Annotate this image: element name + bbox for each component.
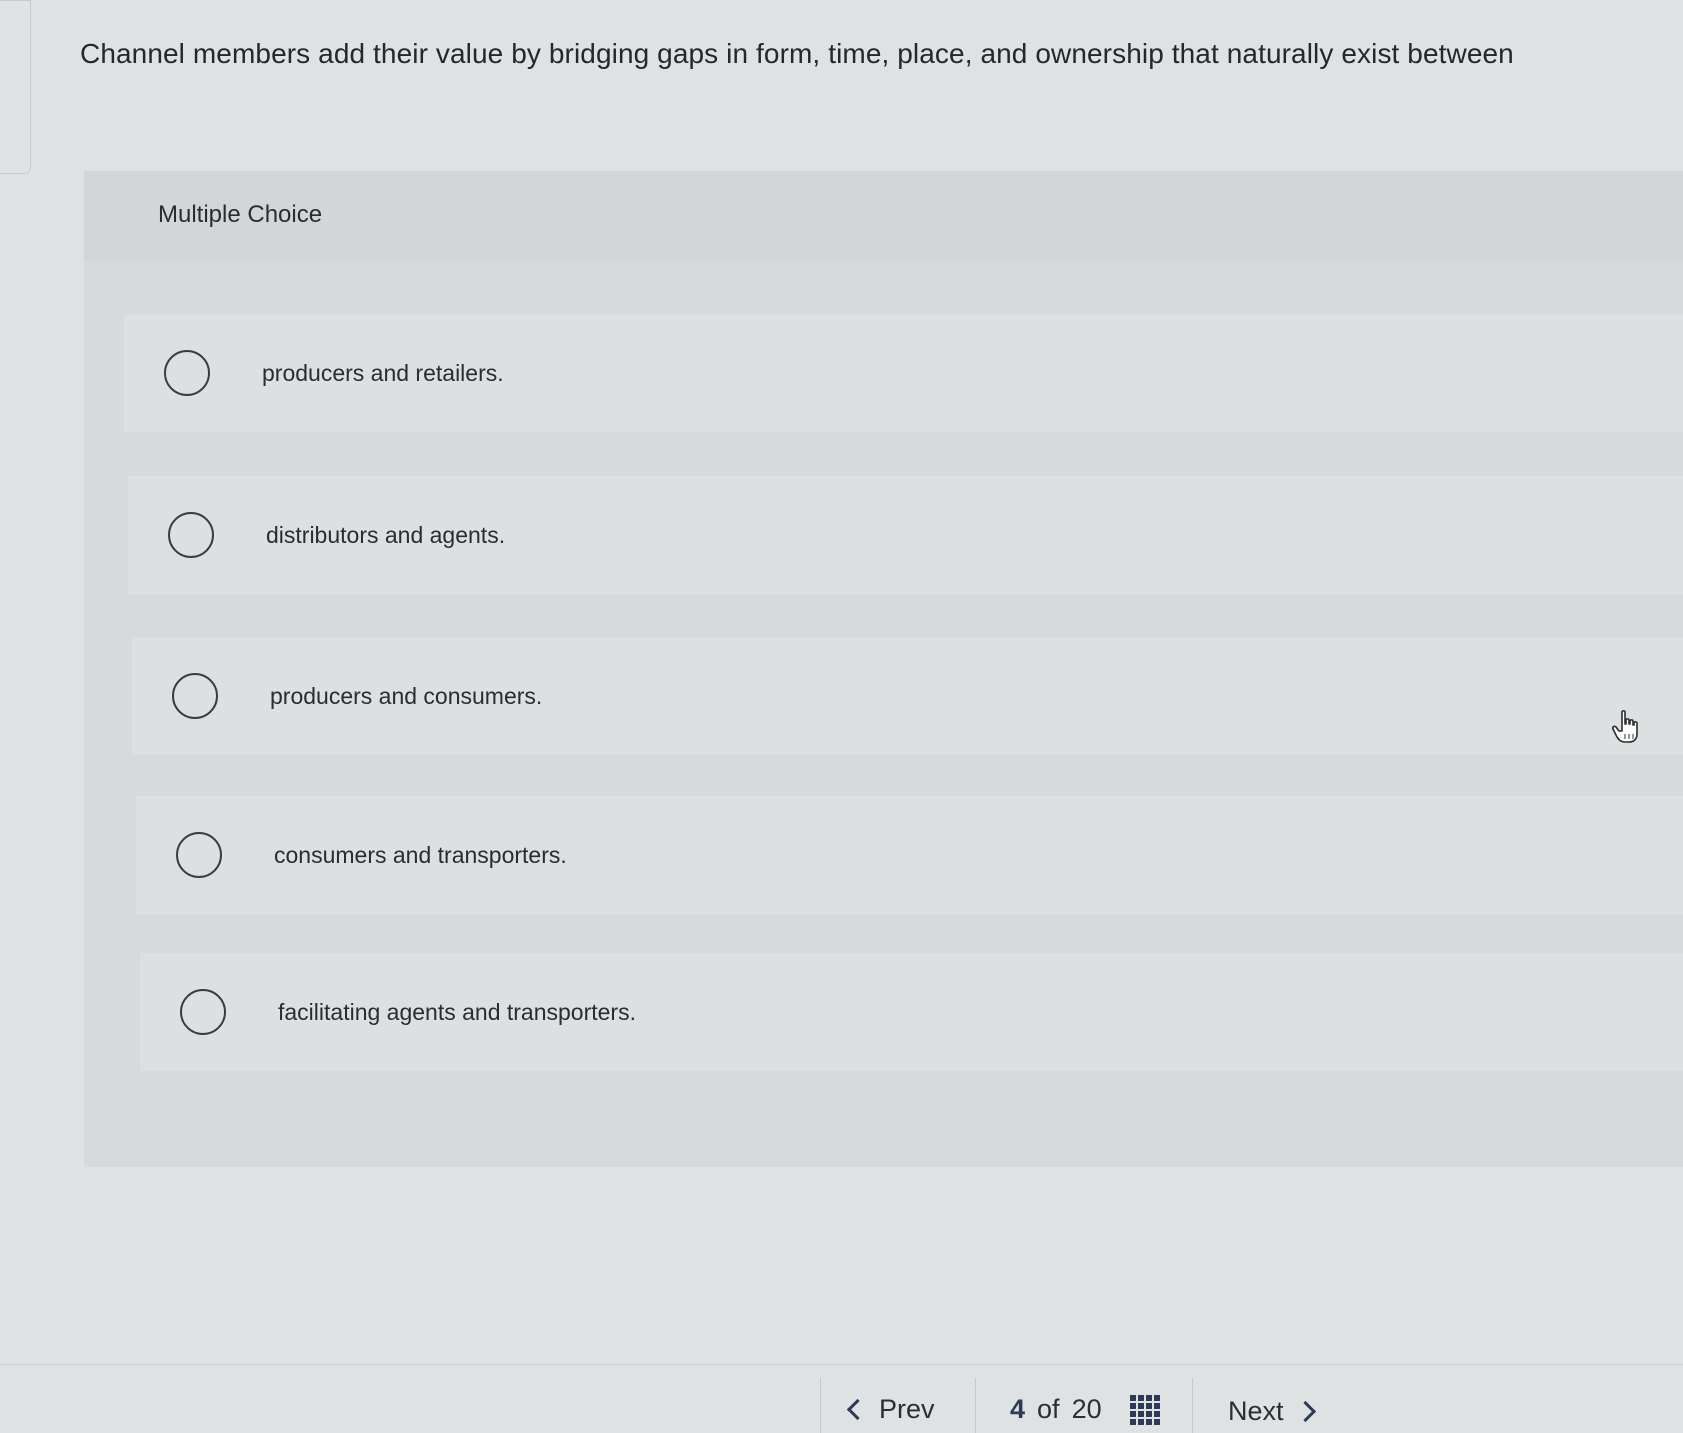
question-grid-icon[interactable]	[1129, 1394, 1160, 1425]
prev-button[interactable]: Prev	[846, 1394, 935, 1425]
chevron-left-icon	[846, 1398, 869, 1421]
answer-option[interactable]: consumers and transporters.	[136, 796, 1683, 914]
answer-option[interactable]: distributors and agents.	[128, 476, 1683, 594]
answer-option[interactable]: producers and retailers.	[124, 314, 1683, 432]
radio-button[interactable]	[176, 832, 222, 878]
nav-divider	[1192, 1378, 1193, 1433]
answer-option-label: distributors and agents.	[266, 521, 506, 548]
current-page: 4	[1010, 1394, 1026, 1424]
radio-button[interactable]	[164, 350, 210, 396]
radio-button[interactable]	[172, 673, 218, 719]
next-button[interactable]: Next	[1228, 1396, 1316, 1427]
radio-button[interactable]	[180, 989, 226, 1035]
panel-header: Multiple Choice	[84, 171, 1683, 261]
total-pages: 20	[1071, 1394, 1102, 1424]
prev-label: Prev	[879, 1394, 935, 1424]
multiple-choice-panel: Multiple Choice producers and retailers.…	[84, 171, 1683, 1167]
question-navigation: Prev 4 of 20 Next	[820, 1368, 1340, 1433]
nav-divider	[820, 1378, 821, 1433]
answer-option[interactable]: facilitating agents and transporters.	[140, 953, 1683, 1071]
nav-divider	[975, 1378, 976, 1433]
footer-divider	[0, 1364, 1683, 1365]
hand-cursor-icon	[1612, 710, 1638, 743]
page-indicator[interactable]: 4 of 20	[1010, 1394, 1160, 1425]
answer-option-label: producers and consumers.	[270, 682, 543, 709]
answer-option[interactable]: producers and consumers.	[132, 637, 1683, 755]
answer-option-label: facilitating agents and transporters.	[278, 998, 636, 1025]
answer-option-label: consumers and transporters.	[274, 841, 567, 868]
radio-button[interactable]	[168, 512, 214, 558]
question-text: Channel members add their value by bridg…	[80, 38, 1514, 69]
next-label: Next	[1228, 1396, 1284, 1426]
side-tab	[0, 0, 31, 174]
of-label: of	[1037, 1394, 1060, 1424]
answer-option-label: producers and retailers.	[262, 359, 504, 386]
question-type-label: Multiple Choice	[158, 201, 323, 228]
chevron-right-icon	[1294, 1400, 1316, 1423]
